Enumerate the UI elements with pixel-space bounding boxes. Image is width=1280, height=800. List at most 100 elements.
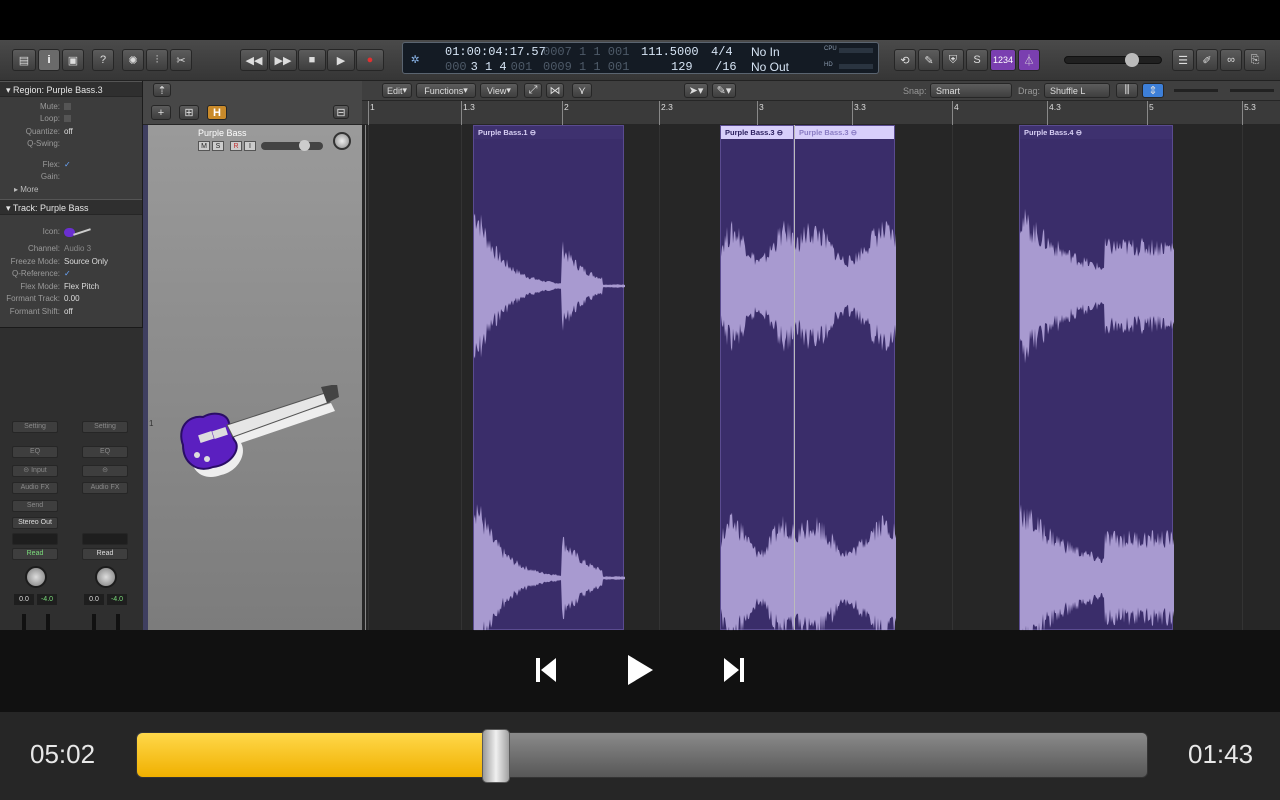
notepad-button[interactable]: ✐ xyxy=(1196,49,1218,71)
add-track-button[interactable]: + xyxy=(151,105,171,120)
input-button[interactable]: ⊝ Input xyxy=(12,465,58,477)
param-channel[interactable]: Channel: Audio 3 xyxy=(0,243,142,256)
param-loop[interactable]: Loop: xyxy=(0,113,142,126)
progress-track[interactable] xyxy=(136,729,1148,783)
autopunch-button[interactable]: ✎ xyxy=(918,49,940,71)
link-button[interactable]: ⊝ xyxy=(82,465,128,477)
flex-button[interactable]: ⋈ xyxy=(546,83,564,98)
setting-button[interactable]: Setting xyxy=(82,421,128,433)
input-monitor-button[interactable]: I xyxy=(244,141,256,151)
quick-help-button[interactable]: ? xyxy=(92,49,114,71)
param-q-swing[interactable]: Q-Swing: xyxy=(0,138,142,151)
metronome-button[interactable]: ⏃ xyxy=(1018,49,1040,71)
pan-knob[interactable] xyxy=(95,566,117,588)
list-editors-button[interactable]: ☰ xyxy=(1172,49,1194,71)
volume-fader[interactable] xyxy=(92,614,96,631)
progress-thumb[interactable] xyxy=(482,729,510,783)
new-region-button[interactable]: ⊞ xyxy=(179,105,199,120)
param-flex-mode[interactable]: Flex Mode: Flex Pitch xyxy=(0,280,142,293)
snap-select[interactable]: Smart xyxy=(930,83,1012,98)
param-icon[interactable]: Icon: xyxy=(0,221,142,243)
track-volume-knob[interactable] xyxy=(299,140,310,151)
playhead[interactable] xyxy=(794,125,795,630)
track-volume-slider[interactable] xyxy=(261,140,323,151)
param-mute[interactable]: Mute: xyxy=(0,100,142,113)
toolbar-toggle-button[interactable]: ▣ xyxy=(62,49,84,71)
audio-fx-slot[interactable]: Audio FX xyxy=(12,482,58,494)
more-disclosure[interactable]: ▸ More xyxy=(0,183,142,196)
drag-select[interactable]: Shuffle L xyxy=(1044,83,1110,98)
filter-button[interactable]: ⋎ xyxy=(572,83,592,98)
region-purple-bass-1[interactable]: Purple Bass.1 ⊖ xyxy=(473,125,625,652)
catch-button[interactable]: ⤢ xyxy=(524,83,542,98)
checkbox-mute[interactable] xyxy=(64,102,71,110)
play-button[interactable]: ▶ xyxy=(327,49,355,71)
automation-read-button[interactable]: Read xyxy=(12,548,58,560)
waveform-zoom-button[interactable]: ⫼ xyxy=(1116,83,1138,98)
param-flex[interactable]: Flex: ✓ xyxy=(0,158,142,171)
auto-zoom-button[interactable]: ⇕ xyxy=(1142,83,1164,98)
region-purple-bass-3-selected[interactable]: Purple Bass.3 ⊖ xyxy=(720,125,795,644)
horizontal-zoom-slider[interactable] xyxy=(1230,89,1274,92)
vertical-zoom-slider[interactable] xyxy=(1174,89,1218,92)
skip-back-button[interactable] xyxy=(534,652,558,688)
record-enable-button[interactable]: R xyxy=(230,141,242,151)
editors-button[interactable]: ✂ xyxy=(170,49,192,71)
mixer-button[interactable]: ⫶ xyxy=(146,49,168,71)
replace-button[interactable]: ⛨ xyxy=(942,49,964,71)
audio-fx-slot[interactable]: Audio FX xyxy=(82,482,128,494)
edit-menu[interactable]: Edit ▾ xyxy=(382,83,412,98)
smart-controls-button[interactable]: ✺ xyxy=(122,49,144,71)
mute-button[interactable]: M xyxy=(198,141,210,151)
output-button[interactable]: Stereo Out xyxy=(12,517,58,529)
stop-button[interactable]: ■ xyxy=(298,49,326,71)
guitar-icon[interactable] xyxy=(64,225,92,239)
setting-button[interactable]: Setting xyxy=(12,421,58,433)
track-header-purple-bass[interactable]: Purple Bass M S R I 1 xyxy=(143,125,362,630)
skip-forward-button[interactable] xyxy=(722,652,746,688)
param-q-reference[interactable]: Q-Reference: ✓ xyxy=(0,268,142,281)
track-inspector-header[interactable]: ▾ Track: Purple Bass xyxy=(0,198,142,215)
eq-button[interactable]: EQ xyxy=(82,446,128,458)
cycle-button[interactable]: ⟲ xyxy=(894,49,916,71)
view-menu[interactable]: View ▾ xyxy=(480,83,518,98)
track-pan-knob[interactable] xyxy=(333,132,351,150)
fast-forward-button[interactable]: ▶▶ xyxy=(269,49,297,71)
pan-knob[interactable] xyxy=(25,566,47,588)
param-gain[interactable]: Gain: xyxy=(0,171,142,184)
browsers-button[interactable]: ⎘ xyxy=(1244,49,1266,71)
rewind-button[interactable]: ◀◀ xyxy=(240,49,268,71)
automation-read-button[interactable]: Read xyxy=(82,548,128,560)
back-button[interactable]: ⇡ xyxy=(153,83,171,97)
eq-button[interactable]: EQ xyxy=(12,446,58,458)
functions-menu[interactable]: Functions ▾ xyxy=(416,83,476,98)
param-formant-track[interactable]: Formant Track: 0.00 xyxy=(0,293,142,306)
ruler[interactable]: 1 1.3 2 2.3 3 3.3 4 4.3 5 5.3 xyxy=(362,101,1280,125)
volume-fader[interactable] xyxy=(22,614,26,631)
group-slot[interactable] xyxy=(12,533,58,545)
param-quantize[interactable]: Quantize: off xyxy=(0,125,142,138)
region-inspector-header[interactable]: ▾ Region: Purple Bass.3 xyxy=(0,81,142,97)
checkbox-loop[interactable] xyxy=(64,115,71,123)
param-formant-shift[interactable]: Formant Shift: off xyxy=(0,305,142,318)
group-slot[interactable] xyxy=(82,533,128,545)
region-purple-bass-3-copy[interactable]: Purple Bass.3 ⊖ xyxy=(794,125,896,641)
count-in-button[interactable]: 1234 xyxy=(990,49,1016,71)
inspector-button[interactable]: i xyxy=(38,49,60,71)
pointer-tool-menu[interactable]: ➤▾ xyxy=(684,83,708,98)
play-pause-button[interactable] xyxy=(625,652,655,688)
global-tracks-button[interactable]: ⊟ xyxy=(333,105,349,119)
library-button[interactable]: ▤ xyxy=(12,49,36,71)
master-volume-slider[interactable] xyxy=(1064,53,1162,67)
region-purple-bass-4[interactable]: Purple Bass.4 ⊖ xyxy=(1019,125,1174,652)
lcd-display[interactable]: ✲ 01:00:04:17.57 000 3 1 4 001 0007 1 1 00… xyxy=(402,42,879,74)
loop-browser-button[interactable]: ∞ xyxy=(1220,49,1242,71)
solo-button[interactable]: S xyxy=(966,49,988,71)
solo-button[interactable]: S xyxy=(212,141,224,151)
hide-button[interactable]: H xyxy=(207,105,227,120)
record-button[interactable]: ● xyxy=(356,49,384,71)
param-freeze-mode[interactable]: Freeze Mode: Source Only xyxy=(0,255,142,268)
send-slot[interactable]: Send xyxy=(12,500,58,512)
master-volume-knob[interactable] xyxy=(1125,53,1139,67)
secondary-tool-menu[interactable]: ✎▾ xyxy=(712,83,736,98)
